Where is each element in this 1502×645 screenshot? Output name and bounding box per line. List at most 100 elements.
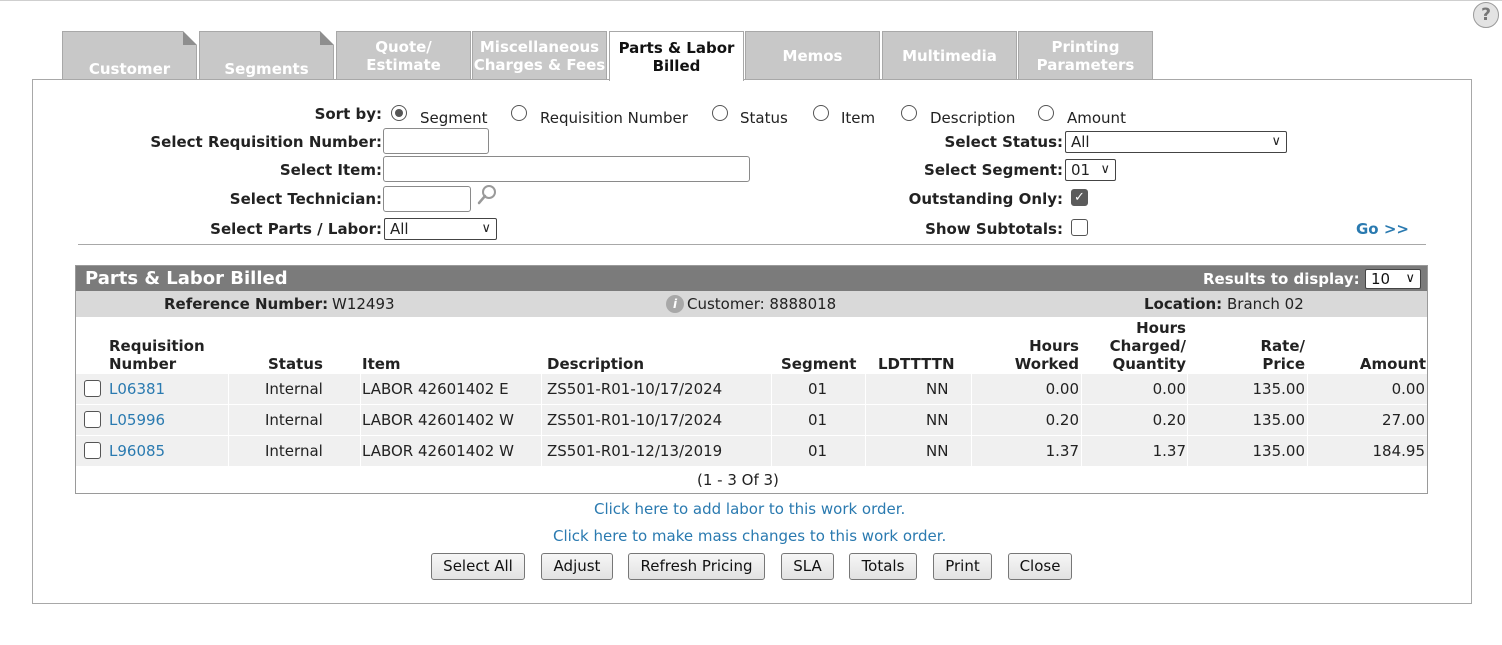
- requisition-link[interactable]: L96085: [109, 442, 165, 460]
- sort-description-label: Description: [930, 109, 1016, 127]
- column-separator: [1307, 405, 1308, 435]
- rate-cell: 135.00: [1252, 411, 1306, 429]
- column-separator: [1081, 374, 1082, 404]
- amount-cell: 0.00: [1391, 380, 1425, 398]
- results-to-display-select[interactable]: 10 ∨: [1365, 269, 1421, 289]
- go-link[interactable]: Go >>: [1356, 220, 1409, 238]
- hours-charged-cell: 1.37: [1152, 442, 1186, 460]
- requisition-link[interactable]: L05996: [109, 411, 165, 429]
- tab-label: Multimedia: [902, 46, 997, 65]
- results-value: 10: [1371, 270, 1391, 288]
- add-labor-link[interactable]: Click here to add labor to this work ord…: [594, 500, 905, 518]
- tab-parts-labor-billed[interactable]: Parts & Labor Billed: [609, 31, 744, 81]
- col-header-status[interactable]: Status: [268, 355, 323, 373]
- segment-label: Select Segment:: [924, 161, 1063, 179]
- col-header-amount[interactable]: Amount: [1326, 355, 1426, 373]
- column-separator: [1187, 405, 1188, 435]
- adjust-button[interactable]: Adjust: [541, 553, 613, 580]
- search-icon[interactable]: [476, 184, 498, 206]
- column-separator: [228, 374, 229, 404]
- reference-number-label: Reference Number:: [164, 295, 329, 313]
- column-separator: [360, 405, 361, 435]
- help-icon[interactable]: ?: [1473, 2, 1499, 28]
- rate-cell: 135.00: [1252, 442, 1306, 460]
- tab-printing-parameters[interactable]: Printing Parameters: [1018, 31, 1153, 79]
- tab-memos[interactable]: Memos: [745, 31, 880, 79]
- col-header-hours-worked[interactable]: Hours Worked: [979, 337, 1079, 373]
- requisition-link[interactable]: L06381: [109, 380, 165, 398]
- column-separator: [771, 436, 772, 466]
- row-select-checkbox[interactable]: [84, 442, 101, 459]
- col-header-item[interactable]: Item: [362, 355, 401, 373]
- mass-changes-link[interactable]: Click here to make mass changes to this …: [553, 527, 946, 545]
- item-cell: LABOR 42601402 W: [362, 442, 514, 460]
- item-input[interactable]: [383, 156, 750, 182]
- requisition-number-input[interactable]: [383, 128, 489, 154]
- chevron-down-icon: ∨: [1405, 271, 1415, 286]
- column-separator: [1081, 436, 1082, 466]
- row-select-checkbox[interactable]: [84, 411, 101, 428]
- refresh-pricing-button[interactable]: Refresh Pricing: [628, 553, 765, 580]
- col-header-ldtttn[interactable]: LDTTTTN: [878, 355, 955, 373]
- sort-by-label: Sort by:: [314, 105, 382, 123]
- outstanding-only-checkbox[interactable]: ✓: [1071, 189, 1088, 206]
- tab-label: Customer: [88, 60, 171, 78]
- totals-button[interactable]: Totals: [849, 553, 917, 580]
- top-border: [0, 0, 1502, 1]
- column-separator: [1307, 436, 1308, 466]
- sort-description-radio[interactable]: [901, 105, 917, 121]
- tab-multimedia[interactable]: Multimedia: [882, 31, 1017, 79]
- sort-segment-label: Segment: [420, 109, 488, 127]
- column-separator: [1187, 374, 1188, 404]
- tab-label: Quote/ Estimate: [366, 37, 441, 74]
- outstanding-only-label: Outstanding Only:: [908, 190, 1063, 208]
- row-select-checkbox[interactable]: [84, 380, 101, 397]
- column-separator: [360, 374, 361, 404]
- column-separator: [865, 436, 866, 466]
- show-subtotals-checkbox[interactable]: [1071, 219, 1088, 236]
- technician-input[interactable]: [383, 186, 471, 212]
- col-header-description[interactable]: Description: [547, 355, 644, 373]
- hours-worked-cell: 1.37: [1045, 442, 1079, 460]
- reference-number-value: W12493: [332, 295, 395, 313]
- column-separator: [865, 374, 866, 404]
- show-subtotals-label: Show Subtotals:: [925, 220, 1063, 238]
- col-header-hours-charged[interactable]: Hours Charged/ Quantity: [1086, 319, 1186, 373]
- column-separator: [771, 374, 772, 404]
- sort-status-radio[interactable]: [712, 105, 728, 121]
- tab-miscellaneous-charges[interactable]: Miscellaneous Charges & Fees: [472, 31, 607, 79]
- sort-requisition-radio[interactable]: [511, 105, 527, 121]
- divider: [78, 244, 1426, 245]
- info-icon[interactable]: i: [666, 295, 684, 313]
- column-separator: [971, 405, 972, 435]
- amount-cell: 184.95: [1372, 442, 1426, 460]
- column-separator: [865, 405, 866, 435]
- sla-button[interactable]: SLA: [781, 553, 834, 580]
- col-header-segment[interactable]: Segment: [781, 355, 856, 373]
- tab-quote-estimate[interactable]: Quote/ Estimate: [336, 31, 471, 79]
- tab-customer[interactable]: Customer: [62, 31, 197, 79]
- col-header-requisition[interactable]: Requisition Number: [109, 337, 205, 373]
- status-cell: Internal: [265, 380, 323, 398]
- column-separator: [971, 436, 972, 466]
- table-row: L06381 Internal LABOR 42601402 E ZS501-R…: [76, 374, 1427, 404]
- amount-cell: 27.00: [1382, 411, 1425, 429]
- tab-label: Memos: [782, 46, 843, 65]
- sort-item-radio[interactable]: [813, 105, 829, 121]
- select-all-button[interactable]: Select All: [431, 553, 525, 580]
- sort-item-label: Item: [841, 109, 876, 127]
- sort-segment-radio[interactable]: [391, 105, 407, 121]
- column-separator: [971, 374, 972, 404]
- sort-amount-radio[interactable]: [1038, 105, 1054, 121]
- close-button[interactable]: Close: [1008, 553, 1072, 580]
- customer-value: Customer: 8888018: [687, 295, 837, 313]
- col-header-rate-price[interactable]: Rate/ Price: [1205, 337, 1306, 373]
- tab-segments[interactable]: Segments: [199, 31, 334, 79]
- print-button[interactable]: Print: [933, 553, 992, 580]
- parts-labor-select[interactable]: All ∨: [384, 218, 497, 240]
- tab-label: Segments: [224, 60, 309, 78]
- segment-select[interactable]: 01 ∨: [1065, 159, 1116, 181]
- grid-info-bar: Reference Number: W12493 i Customer: 888…: [76, 291, 1427, 317]
- status-select[interactable]: All ∨: [1065, 131, 1287, 153]
- status-cell: Internal: [265, 411, 323, 429]
